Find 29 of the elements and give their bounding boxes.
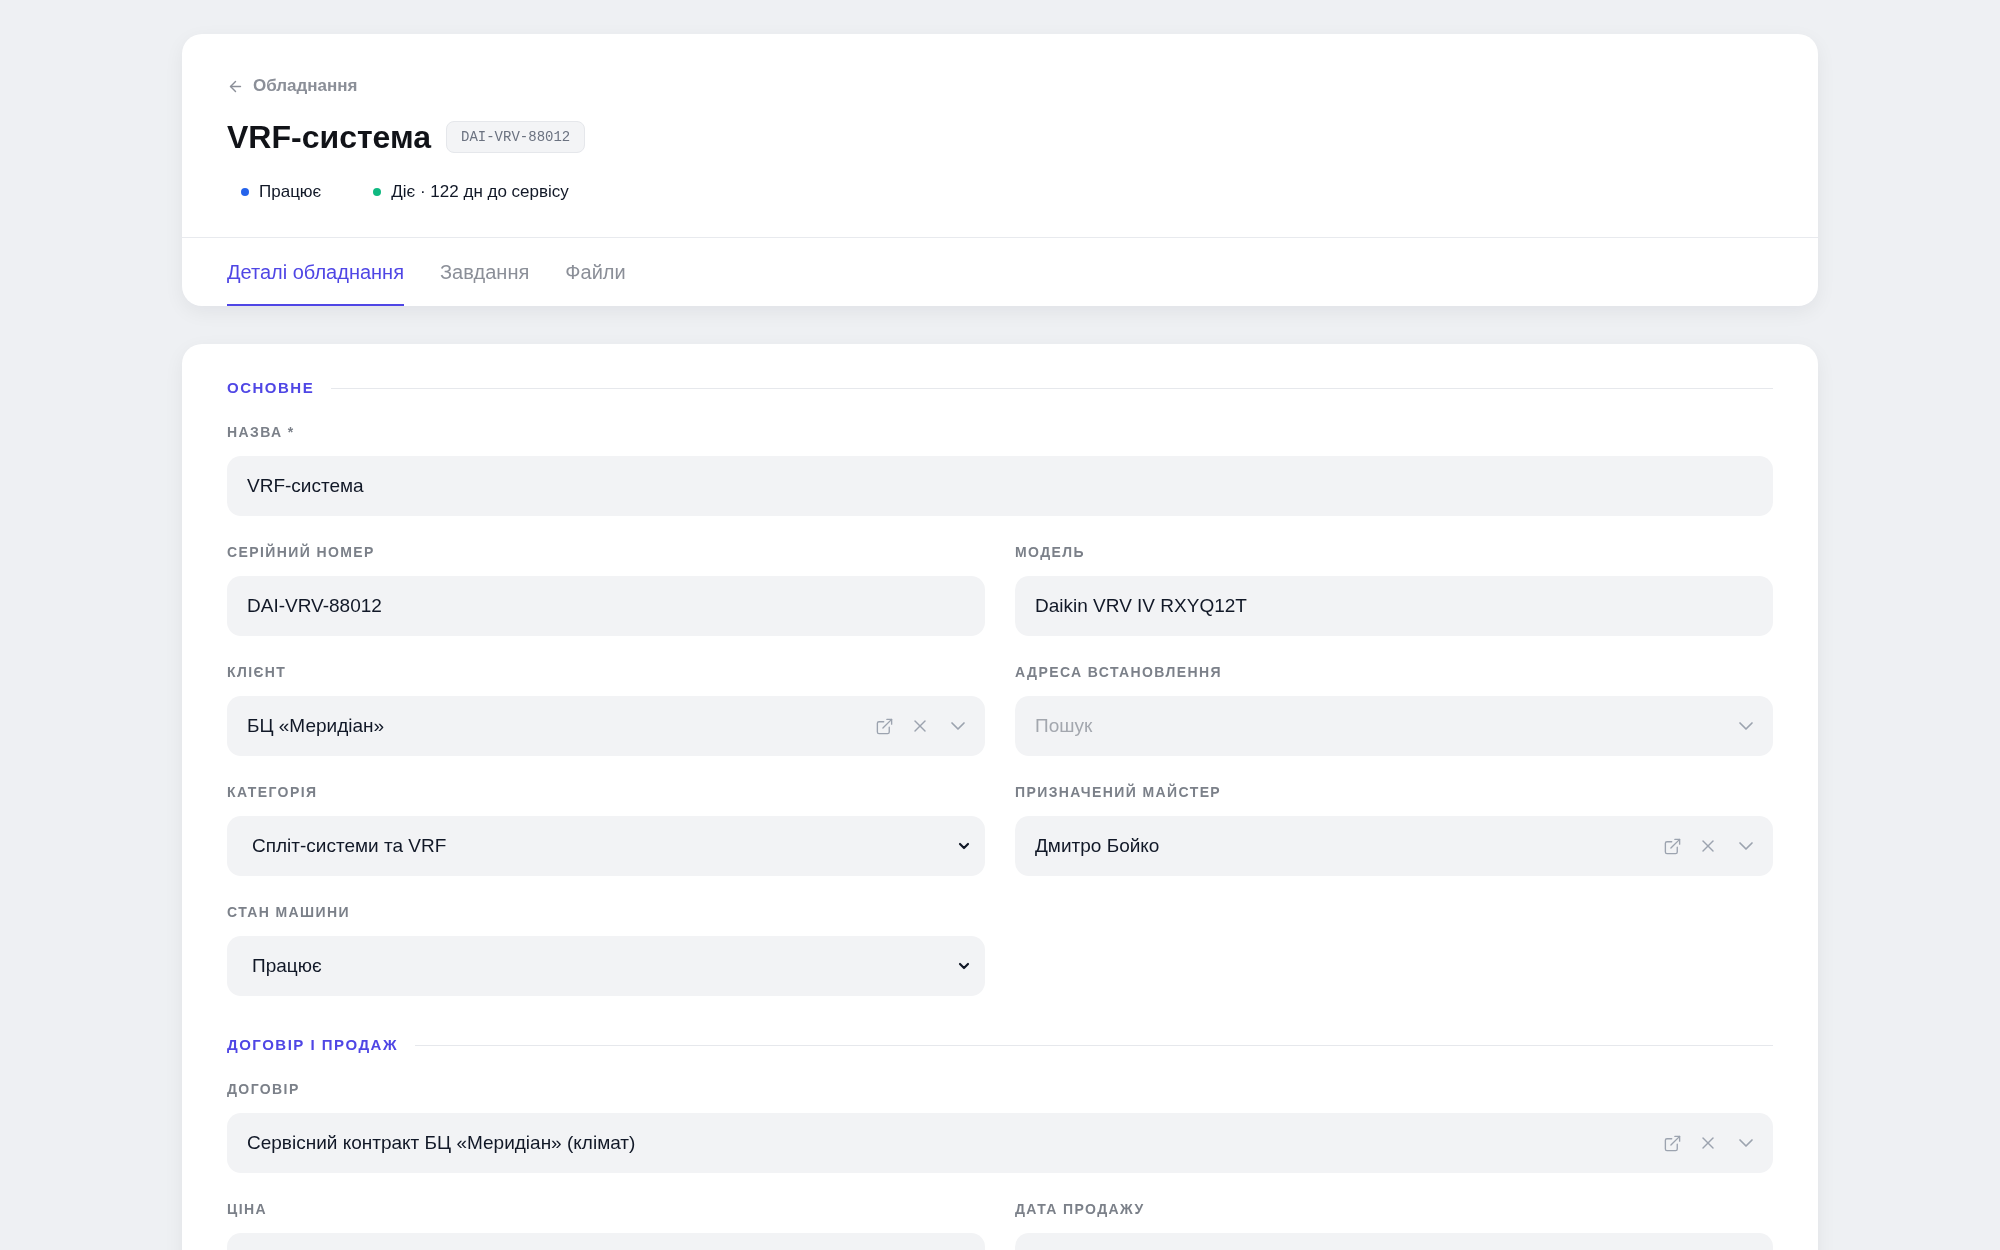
field-label: ЦІНА [227, 1200, 267, 1219]
field-label: СЕРІЙНИЙ НОМЕР [227, 542, 375, 562]
input-field[interactable]: DAI-VRV-88012 [227, 576, 985, 636]
combobox-field[interactable]: Дмитро Бойко [1015, 816, 1773, 876]
external-link-icon[interactable] [875, 716, 894, 736]
field-label: СТАН МАШИНИ [227, 903, 351, 922]
status-text: Діє · 122 дн до сервісу [391, 182, 569, 202]
field-label: АДРЕСА ВСТАНОВЛЕННЯ [1015, 663, 1222, 682]
select-field[interactable]: Працює [227, 936, 985, 996]
field-label: КЛІЄНТ [227, 663, 287, 682]
tab[interactable]: Деталі обладнання [227, 238, 404, 306]
field-label: ПРИЗНАЧЕНИЙ МАЙСТЕР [1015, 782, 1222, 802]
page-title: VRF-система [227, 118, 431, 157]
input-field[interactable]: Daikin VRV IV RXYQ12T [1015, 576, 1773, 636]
combobox-field[interactable]: БЦ «Меридіан» [227, 696, 985, 756]
external-link-icon[interactable] [1663, 836, 1682, 856]
section-heading: ДОГОВІР І ПРОДАЖ [227, 1035, 398, 1055]
field-label: ДАТА ПРОДАЖУ [1015, 1200, 1145, 1219]
status-text: Працює [259, 182, 322, 202]
combobox-field[interactable]: Сервісний контракт БЦ «Меридіан» (клімат) [227, 1113, 1773, 1173]
select-field[interactable]: Спліт-системи та VRF [227, 816, 985, 876]
serial-code-badge: DAI-VRV-88012 [446, 121, 586, 153]
field-label: НАЗВА * [227, 423, 295, 442]
external-link-icon[interactable] [1663, 1133, 1682, 1153]
field-label: ДОГОВІР [227, 1080, 300, 1099]
field-label: МОДЕЛЬ [1015, 543, 1085, 562]
field-label: КАТЕГОРІЯ [227, 783, 318, 802]
section-heading: ОСНОВНЕ [227, 378, 315, 398]
input-field[interactable]: VRF-система [227, 456, 1773, 516]
